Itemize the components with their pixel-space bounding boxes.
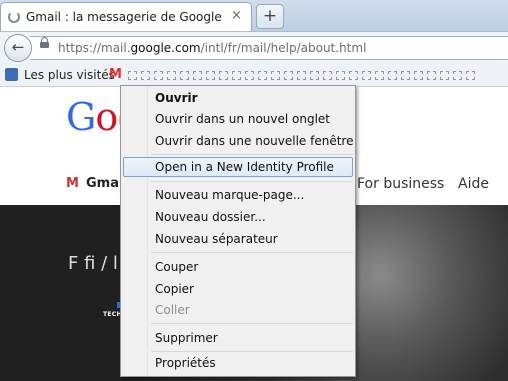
bookmark-placeholder-icon[interactable] <box>349 71 358 80</box>
url-bar[interactable]: https://mail.google.com/intl/fr/mail/hel… <box>30 36 508 60</box>
bookmark-placeholder-icon[interactable] <box>427 71 436 80</box>
url-text[interactable]: https://mail.google.com/intl/fr/mail/hel… <box>58 41 366 55</box>
bookmark-placeholder-icon[interactable] <box>323 71 332 80</box>
bookmark-placeholder-icon[interactable] <box>219 71 228 80</box>
url-path: /intl/fr/mail/help/about.html <box>200 41 367 55</box>
bookmark-placeholder-icon[interactable] <box>271 71 280 80</box>
menu-separator <box>151 252 353 253</box>
menu-item-label: Nouveau dossier... <box>155 210 266 224</box>
bookmark-placeholder-icon[interactable] <box>336 71 345 80</box>
bookmark-placeholder-icon[interactable] <box>375 71 384 80</box>
menu-item-delete[interactable]: Supprimer <box>123 328 353 348</box>
menu-item-paste: Coller <box>123 300 353 320</box>
menu-item-label: Nouveau séparateur <box>155 232 278 246</box>
menu-item-new-bookmark[interactable]: Nouveau marque-page... <box>123 185 353 205</box>
menu-item-new-folder[interactable]: Nouveau dossier... <box>123 207 353 227</box>
bookmark-placeholder-icon[interactable] <box>167 71 176 80</box>
lock-icon[interactable] <box>40 37 49 48</box>
url-domain: google.com <box>130 41 201 55</box>
menu-item-copy[interactable]: Copier <box>123 279 353 299</box>
menu-separator <box>151 323 353 324</box>
new-tab-button[interactable]: + <box>256 4 284 29</box>
bookmark-placeholder-icon[interactable] <box>414 71 423 80</box>
bookmark-placeholder-icon[interactable] <box>297 71 306 80</box>
bookmark-placeholder-icon[interactable] <box>141 71 150 80</box>
nav-aide[interactable]: Aide <box>458 176 489 192</box>
menu-item-label: Supprimer <box>155 331 218 345</box>
menu-item-new-separator[interactable]: Nouveau séparateur <box>123 229 353 249</box>
navigation-bar: https://mail.google.com/intl/fr/mail/hel… <box>0 31 508 64</box>
bookmark-placeholder-icon[interactable] <box>362 71 371 80</box>
menu-item-label: Copier <box>155 282 194 296</box>
bookmark-placeholders <box>128 69 479 81</box>
bookmark-placeholder-icon[interactable] <box>388 71 397 80</box>
loading-spinner-icon <box>8 11 20 23</box>
tab-bar: Gmail : la messagerie de Google × + <box>0 0 508 31</box>
menu-separator <box>151 181 353 182</box>
tab-title: Gmail : la messagerie de Google <box>26 10 222 24</box>
bookmark-placeholder-icon[interactable] <box>258 71 267 80</box>
menu-item-new-identity-profile[interactable]: Open in a New Identity Profile <box>123 157 353 177</box>
bookmark-placeholder-icon[interactable] <box>401 71 410 80</box>
bookmark-placeholder-icon[interactable] <box>245 71 254 80</box>
menu-item-cut[interactable]: Couper <box>123 257 353 277</box>
menu-item-ouvrir[interactable]: Ouvrir <box>123 88 353 108</box>
menu-item-label: Ouvrir dans une nouvelle fenêtre <box>155 134 354 148</box>
menu-item-label: Couper <box>155 260 199 274</box>
menu-item-new-window[interactable]: Ouvrir dans une nouvelle fenêtre <box>123 131 353 151</box>
menu-item-label: Ouvrir <box>155 91 198 105</box>
bookmark-placeholder-icon[interactable] <box>284 71 293 80</box>
nav-for-business[interactable]: For business <box>357 176 444 192</box>
tab-gmail[interactable]: Gmail : la messagerie de Google × <box>0 2 252 31</box>
logo-letter: G <box>66 95 96 139</box>
most-visited-icon[interactable] <box>5 68 18 81</box>
menu-item-new-tab[interactable]: Ouvrir dans un nouvel onglet <box>123 109 353 129</box>
bookmark-placeholder-icon[interactable] <box>232 71 241 80</box>
menu-item-properties[interactable]: Propriétés <box>123 353 353 373</box>
menu-separator <box>151 154 353 155</box>
gmail-icon[interactable]: M <box>109 67 122 82</box>
bookmark-placeholder-icon[interactable] <box>128 71 137 80</box>
menu-item-label: Ouvrir dans un nouvel onglet <box>155 112 331 126</box>
tab-close-icon[interactable]: × <box>231 8 242 23</box>
bookmark-placeholder-icon[interactable] <box>453 71 462 80</box>
gmail-logo-icon: M <box>66 176 79 191</box>
url-prefix: https://mail. <box>58 41 131 55</box>
bookmark-placeholder-icon[interactable] <box>154 71 163 80</box>
menu-item-label: Nouveau marque-page... <box>155 188 305 202</box>
bookmark-placeholder-icon[interactable] <box>180 71 189 80</box>
bookmark-placeholder-icon[interactable] <box>193 71 202 80</box>
bookmark-placeholder-icon[interactable] <box>310 71 319 80</box>
bookmarks-toolbar: Les plus visités M <box>0 64 508 87</box>
bookmark-most-visited[interactable]: Les plus visités <box>24 68 115 82</box>
bookmark-placeholder-icon[interactable] <box>206 71 215 80</box>
back-button[interactable]: ← <box>4 34 32 62</box>
menu-item-label: Open in a New Identity Profile <box>155 160 334 174</box>
context-menu: Ouvrir Ouvrir dans un nouvel onglet Ouvr… <box>120 85 356 377</box>
logo-letter: o <box>95 95 118 139</box>
bookmark-placeholder-icon[interactable] <box>466 71 475 80</box>
menu-item-label: Coller <box>155 303 190 317</box>
menu-item-label: Propriétés <box>155 356 216 370</box>
bookmark-placeholder-icon[interactable] <box>440 71 449 80</box>
menu-separator <box>151 351 353 352</box>
